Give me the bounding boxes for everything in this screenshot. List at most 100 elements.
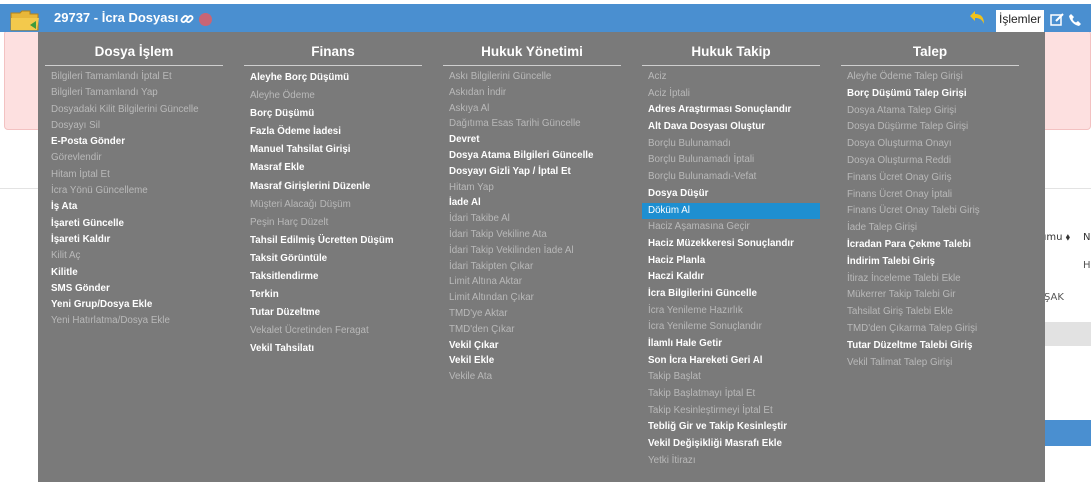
menu-item[interactable]: Masraf Ekle xyxy=(244,159,422,177)
menu-item[interactable]: Dosya Oluşturma Onayı xyxy=(841,136,1019,153)
menu-item[interactable]: Borçlu Bulunamadı xyxy=(642,136,820,153)
table-column-header[interactable]: N xyxy=(1083,232,1090,243)
menu-item[interactable]: Yeni Grup/Dosya Ekle xyxy=(45,297,223,313)
menu-item[interactable]: Hitam İptal Et xyxy=(45,167,223,183)
menu-item[interactable]: İcra Yönü Güncelleme xyxy=(45,183,223,199)
menu-item[interactable]: Vekile Ata xyxy=(443,369,621,385)
menu-item[interactable]: Vekalet Ücretinden Feragat xyxy=(244,322,422,340)
menu-item[interactable]: Askı Bilgilerini Güncelle xyxy=(443,69,621,85)
menu-item[interactable]: Aleyhe Ödeme Talep Girişi xyxy=(841,69,1019,86)
menu-item[interactable]: Dosya Atama Bilgileri Güncelle xyxy=(443,148,621,164)
menu-item[interactable]: E-Posta Gönder xyxy=(45,134,223,150)
menu-item[interactable]: Müşteri Alacağı Düşüm xyxy=(244,196,422,214)
menu-item[interactable]: Taksit Görüntüle xyxy=(244,250,422,268)
menu-item[interactable]: Vekil Tahsilatı xyxy=(244,340,422,358)
menu-item[interactable]: İtiraz İnceleme Talebi Ekle xyxy=(841,271,1019,288)
menu-item[interactable]: Takip Başlat xyxy=(642,369,820,386)
menu-item[interactable]: Dosya Atama Talep Girişi xyxy=(841,103,1019,120)
phone-icon[interactable] xyxy=(1068,13,1082,27)
menu-item[interactable]: İcra Yenileme Sonuçlandır xyxy=(642,319,820,336)
menu-item[interactable]: Görevlendir xyxy=(45,150,223,166)
menu-item[interactable]: Son İcra Hareketi Geri Al xyxy=(642,353,820,370)
menu-item[interactable]: Tutar Düzeltme xyxy=(244,304,422,322)
menu-item[interactable]: İşareti Kaldır xyxy=(45,232,223,248)
menu-item[interactable]: Kilit Aç xyxy=(45,248,223,264)
menu-item[interactable]: Vekil Ekle xyxy=(443,353,621,369)
link-icon[interactable] xyxy=(180,12,194,26)
menu-item[interactable]: Adres Araştırması Sonuçlandır xyxy=(642,102,820,119)
menu-item[interactable]: Dosyayı Sil xyxy=(45,118,223,134)
menu-item[interactable]: Hitam Yap xyxy=(443,180,621,196)
menu-item[interactable]: Dosya Oluşturma Reddi xyxy=(841,153,1019,170)
menu-item[interactable]: Dosya Düşür xyxy=(642,186,820,203)
menu-item[interactable]: Bilgileri Tamamlandı Yap xyxy=(45,85,223,101)
operations-button[interactable]: İşlemler xyxy=(996,10,1045,32)
menu-item[interactable]: Masraf Girişlerini Düzenle xyxy=(244,178,422,196)
menu-item[interactable]: Manuel Tahsilat Girişi xyxy=(244,141,422,159)
menu-item[interactable]: Aciz xyxy=(642,69,820,86)
menu-item[interactable]: İade Talep Girişi xyxy=(841,220,1019,237)
menu-item[interactable]: Tahsilat Giriş Talebi Ekle xyxy=(841,304,1019,321)
menu-item[interactable]: Vekil Talimat Talep Girişi xyxy=(841,355,1019,372)
menu-item[interactable]: Askıdan İndir xyxy=(443,85,621,101)
menu-item[interactable]: Tutar Düzeltme Talebi Giriş xyxy=(841,338,1019,355)
edit-icon[interactable] xyxy=(1050,13,1064,27)
menu-item[interactable]: Vekil Çıkar xyxy=(443,338,621,354)
menu-item[interactable]: Aciz İptali xyxy=(642,86,820,103)
menu-item[interactable]: Haciz Müzekkeresi Sonuçlandır xyxy=(642,236,820,253)
menu-item[interactable]: Borç Düşümü xyxy=(244,105,422,123)
menu-item[interactable]: İcra Yenileme Hazırlık xyxy=(642,303,820,320)
menu-item[interactable]: İdari Takip Vekilinden İade Al xyxy=(443,243,621,259)
menu-item[interactable]: İşareti Güncelle xyxy=(45,216,223,232)
menu-item[interactable]: Aleyhe Borç Düşümü xyxy=(244,69,422,87)
menu-item[interactable]: Kilitle xyxy=(45,265,223,281)
menu-item[interactable]: Mükerrer Takip Talebi Gir xyxy=(841,287,1019,304)
menu-item[interactable]: Döküm Al xyxy=(642,202,820,220)
menu-item[interactable]: İş Ata xyxy=(45,199,223,215)
menu-item[interactable]: SMS Gönder xyxy=(45,281,223,297)
menu-item[interactable]: İdari Takip Vekiline Ata xyxy=(443,227,621,243)
menu-item[interactable]: TMD'den Çıkar xyxy=(443,322,621,338)
menu-item[interactable]: Limit Altından Çıkar xyxy=(443,290,621,306)
menu-item[interactable]: Tahsil Edilmiş Ücretten Düşüm xyxy=(244,232,422,250)
menu-item[interactable]: Finans Ücret Onay İptali xyxy=(841,187,1019,204)
menu-item[interactable]: İndirim Talebi Giriş xyxy=(841,254,1019,271)
menu-item[interactable]: Taksitlendirme xyxy=(244,268,422,286)
menu-item[interactable]: TMD'ye Aktar xyxy=(443,306,621,322)
menu-item[interactable]: Askıya Al xyxy=(443,101,621,117)
menu-item[interactable]: Bilgileri Tamamlandı İptal Et xyxy=(45,69,223,85)
menu-item[interactable]: İcra Bilgilerini Güncelle xyxy=(642,286,820,303)
menu-item[interactable]: İade Al xyxy=(443,195,621,211)
menu-item[interactable]: TMD'den Çıkarma Talep Girişi xyxy=(841,321,1019,338)
menu-item[interactable]: Dosya Düşürme Talep Girişi xyxy=(841,119,1019,136)
undo-icon[interactable] xyxy=(968,10,986,26)
menu-item[interactable]: İcradan Para Çekme Talebi xyxy=(841,237,1019,254)
menu-item[interactable]: Limit Altına Aktar xyxy=(443,274,621,290)
menu-item[interactable]: Devret xyxy=(443,132,621,148)
menu-item[interactable]: İdari Takibe Al xyxy=(443,211,621,227)
menu-item[interactable]: Haciz Planla xyxy=(642,253,820,270)
menu-item[interactable]: Haciz Aşamasına Geçir xyxy=(642,219,820,236)
menu-item[interactable]: Alt Dava Dosyası Oluştur xyxy=(642,119,820,136)
menu-item[interactable]: Dosyayı Gizli Yap / İptal Et xyxy=(443,164,621,180)
menu-item[interactable]: Vekil Değişikliği Masrafı Ekle xyxy=(642,436,820,453)
menu-item[interactable]: Finans Ücret Onay Talebi Giriş xyxy=(841,203,1019,220)
menu-item[interactable]: Takip Kesinleştirmeyi İptal Et xyxy=(642,403,820,420)
menu-item[interactable]: Borçlu Bulunamadı-Vefat xyxy=(642,169,820,186)
menu-item[interactable]: Yetki İtirazı xyxy=(642,453,820,470)
menu-item[interactable]: Dağıtıma Esas Tarihi Güncelle xyxy=(443,116,621,132)
menu-item[interactable]: Fazla Ödeme İadesi xyxy=(244,123,422,141)
menu-item[interactable]: İdari Takipten Çıkar xyxy=(443,259,621,275)
menu-item[interactable]: Finans Ücret Onay Giriş xyxy=(841,170,1019,187)
menu-item[interactable]: Terkin xyxy=(244,286,422,304)
menu-item[interactable]: Aleyhe Ödeme xyxy=(244,87,422,105)
menu-item[interactable]: Tebliğ Gir ve Takip Kesinleştir xyxy=(642,419,820,436)
menu-item[interactable]: Borçlu Bulunamadı İptali xyxy=(642,152,820,169)
menu-item[interactable]: İlamlı Hale Getir xyxy=(642,336,820,353)
menu-item[interactable]: Dosyadaki Kilit Bilgilerini Güncelle xyxy=(45,102,223,118)
menu-item[interactable]: Borç Düşümü Talep Girişi xyxy=(841,86,1019,103)
menu-item[interactable]: Takip Başlatmayı İptal Et xyxy=(642,386,820,403)
menu-item[interactable]: Haczi Kaldır xyxy=(642,269,820,286)
menu-item[interactable]: Yeni Hatırlatma/Dosya Ekle xyxy=(45,313,223,329)
menu-item[interactable]: Peşin Harç Düzelt xyxy=(244,214,422,232)
